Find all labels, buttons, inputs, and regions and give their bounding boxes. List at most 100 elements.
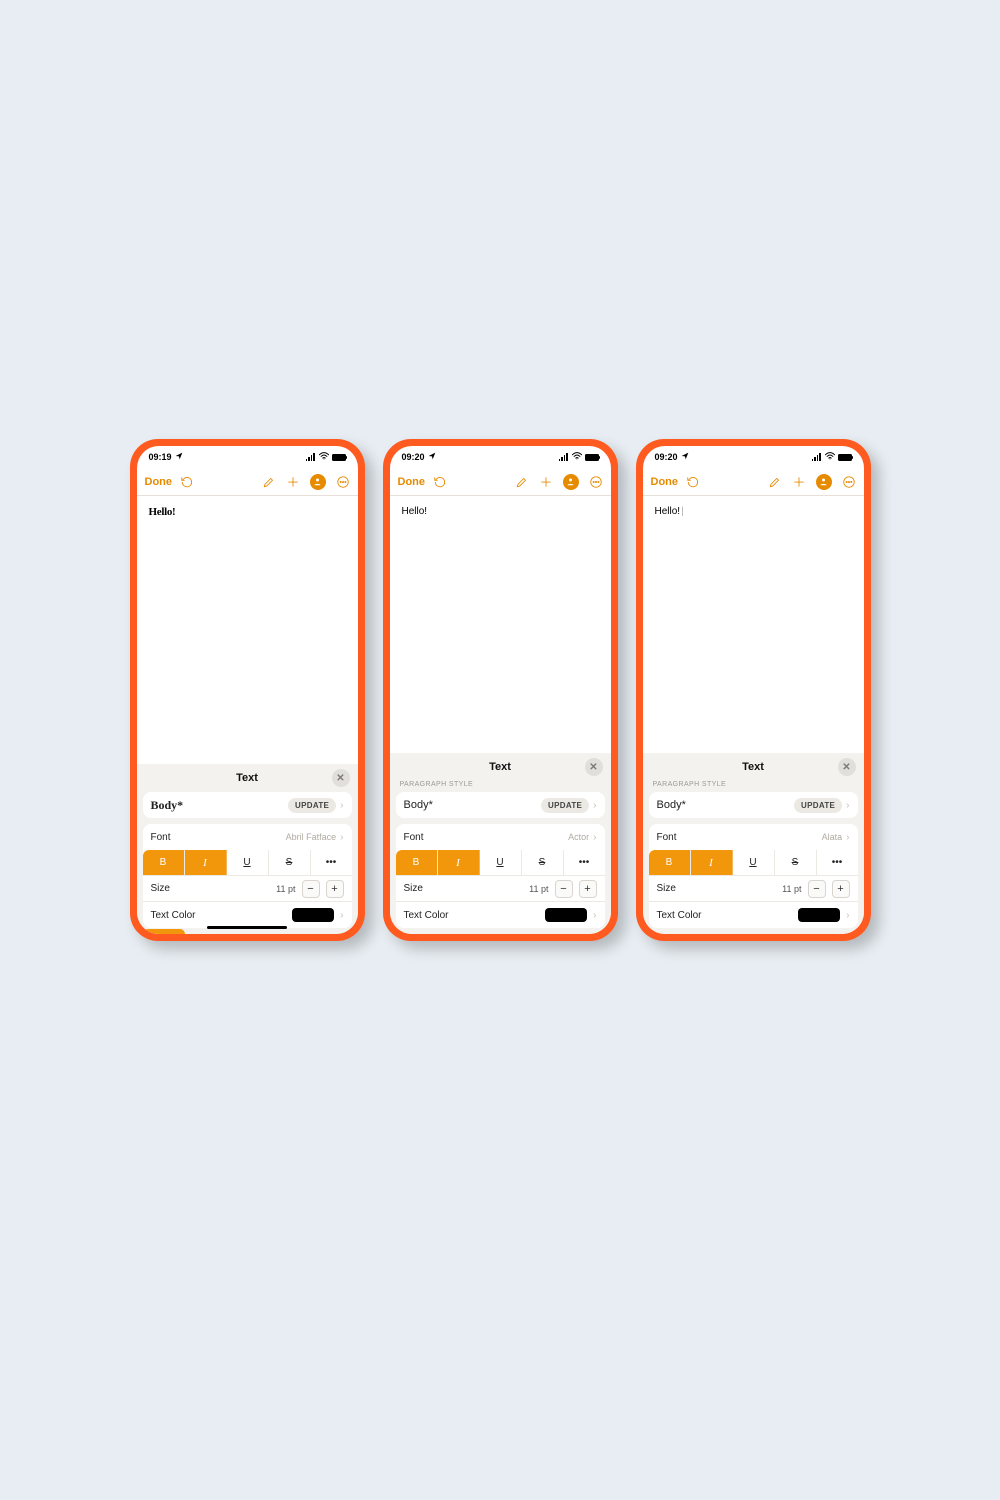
signal-icon (306, 453, 316, 461)
format-panel: Text ✕ PARAGRAPH STYLE Body* UPDATE › Fo… (643, 753, 864, 934)
text-color-chip[interactable] (545, 908, 587, 922)
chevron-right-icon: › (593, 832, 596, 843)
undo-icon[interactable] (433, 475, 447, 489)
text-color-label: Text Color (657, 910, 702, 921)
document-content[interactable]: Hello! (643, 496, 864, 753)
more-format-button[interactable]: ••• (817, 850, 858, 875)
battery-icon (585, 454, 599, 461)
chevron-right-icon: › (846, 910, 849, 921)
update-badge[interactable]: UPDATE (541, 798, 589, 813)
underline-button[interactable]: U (480, 850, 522, 875)
chevron-right-icon: › (593, 800, 596, 811)
paragraph-style-label[interactable]: Body* (151, 798, 184, 813)
bold-button[interactable]: B (649, 850, 691, 875)
home-indicator[interactable] (207, 926, 287, 929)
plus-icon[interactable] (792, 475, 806, 489)
italic-button[interactable]: I (438, 850, 480, 875)
plus-icon[interactable] (539, 475, 553, 489)
chevron-right-icon: › (340, 800, 343, 811)
size-decrease-button[interactable]: − (302, 880, 320, 898)
format-panel: Text ✕ Body* UPDATE › Font Abril Fatface (137, 764, 358, 934)
status-bar: 09:20 (643, 446, 864, 468)
strike-button[interactable]: S (522, 850, 564, 875)
phone-frame: 09:20 Done Hello! Text (383, 439, 618, 941)
done-button[interactable]: Done (398, 476, 426, 488)
status-bar: 09:20 (390, 446, 611, 468)
panel-title: Text (742, 761, 764, 773)
phone-screen: 09:19 Done (137, 446, 358, 934)
wifi-icon (319, 452, 329, 462)
update-badge[interactable]: UPDATE (288, 798, 336, 813)
size-label: Size (657, 883, 676, 894)
collaborate-icon[interactable] (563, 474, 579, 490)
more-format-button[interactable]: ••• (564, 850, 605, 875)
more-icon[interactable] (589, 475, 603, 489)
close-icon[interactable]: ✕ (332, 769, 350, 787)
strike-button[interactable]: S (269, 850, 311, 875)
size-increase-button[interactable]: + (326, 880, 344, 898)
undo-icon[interactable] (180, 475, 194, 489)
size-decrease-button[interactable]: − (808, 880, 826, 898)
chevron-right-icon: › (593, 910, 596, 921)
font-value[interactable]: Abril Fatface (286, 832, 337, 842)
chevron-right-icon: › (340, 832, 343, 843)
wifi-icon (572, 452, 582, 462)
font-value[interactable]: Actor (568, 832, 589, 842)
update-badge[interactable]: UPDATE (794, 798, 842, 813)
italic-button[interactable]: I (185, 850, 227, 875)
close-icon[interactable]: ✕ (838, 758, 856, 776)
size-label: Size (404, 883, 423, 894)
collaborate-icon[interactable] (310, 474, 326, 490)
signal-icon (559, 453, 569, 461)
strike-button[interactable]: S (775, 850, 817, 875)
done-button[interactable]: Done (651, 476, 679, 488)
underline-button[interactable]: U (733, 850, 775, 875)
format-panel: Text ✕ PARAGRAPH STYLE Body* UPDATE › Fo… (390, 753, 611, 934)
bold-button[interactable]: B (396, 850, 438, 875)
font-row-label: Font (657, 832, 677, 843)
wifi-icon (825, 452, 835, 462)
location-icon (681, 452, 689, 462)
status-time: 09:20 (402, 452, 425, 462)
italic-button[interactable]: I (691, 850, 733, 875)
location-icon (428, 452, 436, 462)
chevron-right-icon: › (846, 800, 849, 811)
status-time: 09:19 (149, 452, 172, 462)
brush-icon[interactable] (515, 475, 529, 489)
battery-icon (332, 454, 346, 461)
font-row-label: Font (151, 832, 171, 843)
status-time: 09:20 (655, 452, 678, 462)
brush-icon[interactable] (768, 475, 782, 489)
panel-title: Text (236, 772, 258, 784)
size-increase-button[interactable]: + (832, 880, 850, 898)
phone-frame: 09:20 Done Hello! Text (636, 439, 871, 941)
phone-screen: 09:20 Done Hello! Text (643, 446, 864, 934)
more-icon[interactable] (336, 475, 350, 489)
size-increase-button[interactable]: + (579, 880, 597, 898)
bold-button[interactable]: B (143, 850, 185, 875)
paragraph-style-label[interactable]: Body* (404, 799, 433, 811)
more-format-button[interactable]: ••• (311, 850, 352, 875)
collaborate-icon[interactable] (816, 474, 832, 490)
brush-icon[interactable] (262, 475, 276, 489)
text-color-chip[interactable] (798, 908, 840, 922)
close-icon[interactable]: ✕ (585, 758, 603, 776)
document-content[interactable]: Hello! (137, 496, 358, 764)
chevron-right-icon: › (340, 910, 343, 921)
underline-button[interactable]: U (227, 850, 269, 875)
battery-icon (838, 454, 852, 461)
orange-tab (143, 929, 185, 934)
location-icon (175, 452, 183, 462)
size-value: 11 pt (276, 884, 295, 894)
plus-icon[interactable] (286, 475, 300, 489)
size-value: 11 pt (782, 884, 801, 894)
done-button[interactable]: Done (145, 476, 173, 488)
font-value[interactable]: Alata (822, 832, 843, 842)
text-color-chip[interactable] (292, 908, 334, 922)
size-decrease-button[interactable]: − (555, 880, 573, 898)
more-icon[interactable] (842, 475, 856, 489)
document-content[interactable]: Hello! (390, 496, 611, 753)
undo-icon[interactable] (686, 475, 700, 489)
status-bar: 09:19 (137, 446, 358, 468)
paragraph-style-label[interactable]: Body* (657, 799, 686, 811)
